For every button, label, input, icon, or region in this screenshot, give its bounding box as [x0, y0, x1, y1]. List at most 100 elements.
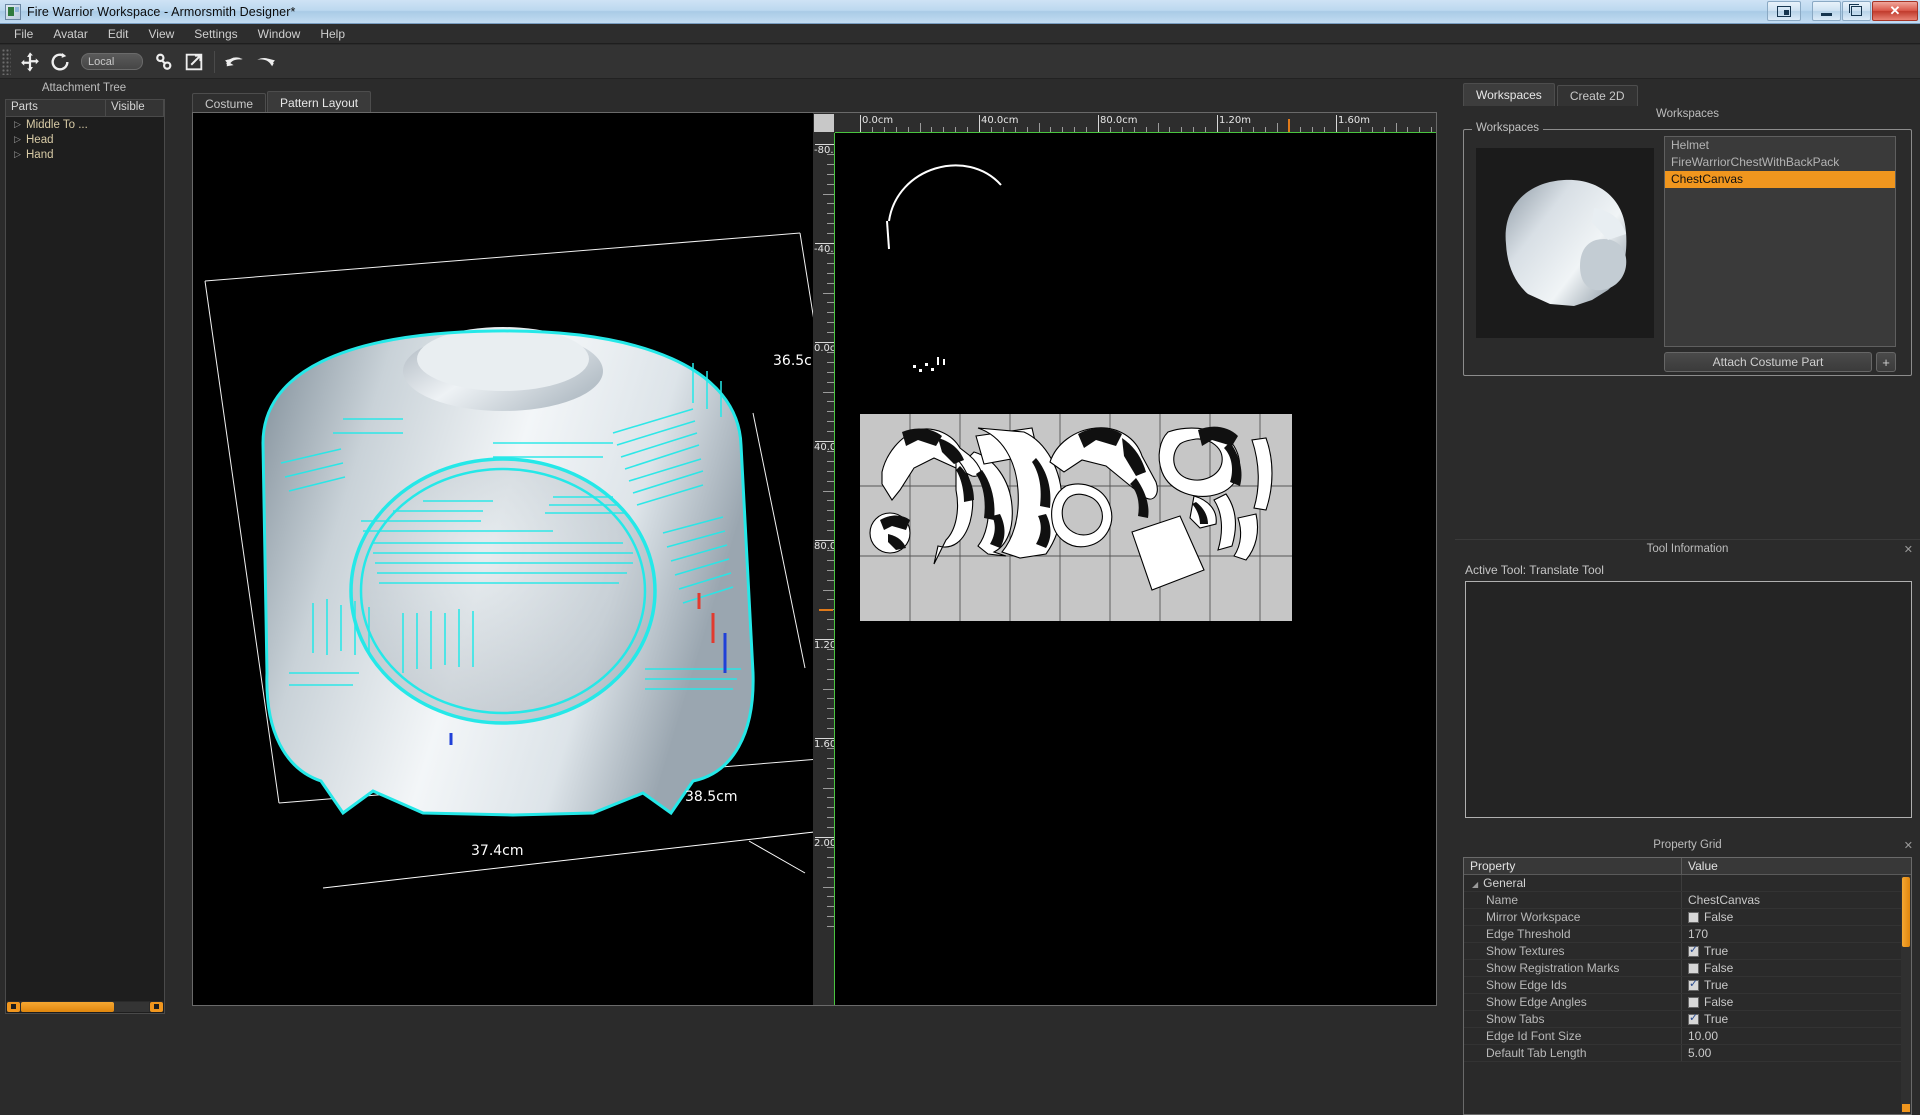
right-splitter[interactable]: [1450, 79, 1454, 1040]
pattern-canvas[interactable]: [859, 413, 1291, 620]
property-row-show-edge-ids[interactable]: Show Edge Ids True: [1464, 977, 1911, 994]
property-row-show-tabs[interactable]: Show Tabs True: [1464, 1011, 1911, 1028]
expand-chevron-icon[interactable]: ▷: [14, 149, 26, 160]
window-buttons: ✕: [1766, 1, 1918, 21]
property-row-name[interactable]: Name ChestCanvas: [1464, 892, 1911, 909]
close-icon[interactable]: ✕: [1904, 837, 1913, 855]
checkbox-show-edge-ids[interactable]: [1688, 980, 1699, 991]
workspace-item-firewarriorchestwithbackpack[interactable]: FireWarriorChestWithBackPack: [1665, 154, 1895, 171]
scrollbar-track[interactable]: [21, 1002, 149, 1012]
scroll-right-button[interactable]: [150, 1002, 163, 1012]
rotate-tool-button[interactable]: [46, 48, 74, 76]
column-header-visible[interactable]: Visible: [106, 100, 164, 116]
property-row-default-tab-length[interactable]: Default Tab Length 5.00: [1464, 1045, 1911, 1062]
close-button[interactable]: ✕: [1872, 1, 1918, 21]
column-header-parts[interactable]: Parts: [6, 100, 106, 116]
column-header-value[interactable]: Value: [1682, 858, 1911, 874]
tab-workspaces[interactable]: Workspaces: [1463, 83, 1555, 106]
property-category-general[interactable]: ◢General: [1464, 875, 1911, 892]
property-value[interactable]: 170: [1682, 926, 1911, 942]
sidebar-toggle-button[interactable]: [1767, 1, 1801, 21]
property-label: Show Edge Angles: [1464, 994, 1682, 1010]
coordinate-space-select[interactable]: Local: [81, 53, 143, 70]
left-dock: Attachment Tree Parts Visible ▷ Middle T…: [0, 79, 168, 1040]
tool-information-title: Tool Information: [1647, 543, 1729, 555]
property-row-mirror-workspace[interactable]: Mirror Workspace False: [1464, 909, 1911, 926]
property-row-edge-id-font-size[interactable]: Edge Id Font Size 10.00: [1464, 1028, 1911, 1045]
menu-item-file[interactable]: File: [4, 25, 43, 43]
property-row-show-textures[interactable]: Show Textures True: [1464, 943, 1911, 960]
move-arrows-icon: [19, 51, 41, 73]
property-label: Name: [1464, 892, 1682, 908]
menu-item-view[interactable]: View: [139, 25, 185, 43]
attach-costume-part-button[interactable]: Attach Costume Part: [1664, 352, 1872, 372]
maximize-button[interactable]: [1842, 1, 1871, 21]
checkbox-mirror-workspace[interactable]: [1688, 912, 1699, 923]
tab-create-2d[interactable]: Create 2D: [1557, 85, 1638, 106]
workspaces-list[interactable]: Helmet FireWarriorChestWithBackPack Ches…: [1664, 136, 1896, 347]
menu-item-edit[interactable]: Edit: [98, 25, 139, 43]
checkbox-show-registration-marks[interactable]: [1688, 963, 1699, 974]
horizontal-ruler[interactable]: 0.0cm40.0cm80.0cm1.20m1.60m: [835, 113, 1436, 133]
scrollbar-thumb[interactable]: [1902, 877, 1910, 947]
scroll-down-button[interactable]: [1902, 1104, 1910, 1112]
property-row-edge-threshold[interactable]: Edge Threshold 170: [1464, 926, 1911, 943]
ruler-corner[interactable]: [813, 113, 835, 133]
property-value[interactable]: 5.00: [1682, 1045, 1911, 1061]
workspace-item-chestcanvas[interactable]: ChestCanvas: [1665, 171, 1895, 188]
minimize-button[interactable]: [1812, 1, 1841, 21]
3d-model-pane[interactable]: 36.5cm 38.5cm 37.4cm: [193, 113, 813, 1005]
menu-item-settings[interactable]: Settings: [184, 25, 247, 43]
menu-item-help[interactable]: Help: [310, 25, 355, 43]
tab-pattern-layout[interactable]: Pattern Layout: [267, 91, 371, 113]
ruler-label-h: 0.0cm: [862, 115, 893, 126]
active-tool-label: Active Tool: Translate Tool: [1465, 563, 1604, 577]
checkbox-show-textures[interactable]: [1688, 946, 1699, 957]
tree-item-hand[interactable]: ▷ Hand: [6, 147, 164, 162]
property-label: Mirror Workspace: [1464, 909, 1682, 925]
property-label: Show Textures: [1464, 943, 1682, 959]
column-header-property[interactable]: Property: [1464, 858, 1682, 874]
workspaces-panel-caption: Workspaces: [1455, 105, 1920, 123]
property-value[interactable]: ChestCanvas: [1682, 892, 1911, 908]
export-tool-button[interactable]: [180, 48, 208, 76]
checkbox-show-edge-angles[interactable]: [1688, 997, 1699, 1008]
link-tool-button[interactable]: [150, 48, 178, 76]
attachment-tree-header: Parts Visible: [6, 100, 164, 117]
tab-costume[interactable]: Costume: [192, 93, 266, 113]
checkbox-show-tabs[interactable]: [1688, 1014, 1699, 1025]
property-label: Show Registration Marks: [1464, 960, 1682, 976]
workspace-item-helmet[interactable]: Helmet: [1665, 137, 1895, 154]
pattern-layout-pane[interactable]: 0.0cm40.0cm80.0cm1.20m1.60m -80.0cm-40.0…: [813, 113, 1436, 1005]
redo-button[interactable]: [251, 48, 279, 76]
menu-item-window[interactable]: Window: [248, 25, 311, 43]
tree-item-head[interactable]: ▷ Head: [6, 132, 164, 147]
collapse-triangle-icon[interactable]: ◢: [1472, 876, 1478, 893]
property-value[interactable]: 10.00: [1682, 1028, 1911, 1044]
property-value: False: [1704, 994, 1733, 1011]
menu-item-avatar[interactable]: Avatar: [43, 25, 97, 43]
tree-item-middle-to[interactable]: ▷ Middle To ...: [6, 117, 164, 132]
expand-chevron-icon[interactable]: ▷: [14, 134, 26, 145]
close-icon[interactable]: ✕: [1904, 541, 1913, 559]
viewport[interactable]: 36.5cm 38.5cm 37.4cm 0.0cm40.0cm80.0cm1.…: [193, 113, 1436, 1005]
scroll-left-button[interactable]: [7, 1002, 20, 1012]
expand-chevron-icon[interactable]: ▷: [14, 119, 26, 130]
property-row-show-edge-angles[interactable]: Show Edge Angles False: [1464, 994, 1911, 1011]
property-row-show-registration-marks[interactable]: Show Registration Marks False: [1464, 960, 1911, 977]
attachment-tree-panel: Parts Visible ▷ Middle To ... ▷ Head ▷ H…: [5, 99, 165, 1014]
scrollbar-thumb[interactable]: [21, 1002, 114, 1012]
chest-armor-model: 36.5cm 38.5cm 37.4cm: [193, 113, 813, 1005]
vertical-ruler[interactable]: -80.0cm-40.0cm0.0cm40.0cm80.0cm1.20m1.60…: [813, 133, 835, 1005]
property-grid[interactable]: Property Value ◢General Name ChestCanvas…: [1463, 857, 1912, 1115]
toolbar-grip[interactable]: [2, 49, 11, 75]
undo-button[interactable]: [221, 48, 249, 76]
property-grid-scrollbar[interactable]: [1901, 875, 1911, 1114]
attachment-tree-horizontal-scrollbar[interactable]: [7, 1001, 163, 1012]
toolbar: Local: [0, 45, 1920, 79]
coordinate-space-value: Local: [88, 56, 114, 68]
translate-tool-button[interactable]: [16, 48, 44, 76]
add-workspace-button[interactable]: +: [1876, 352, 1896, 372]
workspace-preview[interactable]: [1476, 148, 1654, 338]
property-grid-title: Property Grid: [1653, 839, 1721, 851]
